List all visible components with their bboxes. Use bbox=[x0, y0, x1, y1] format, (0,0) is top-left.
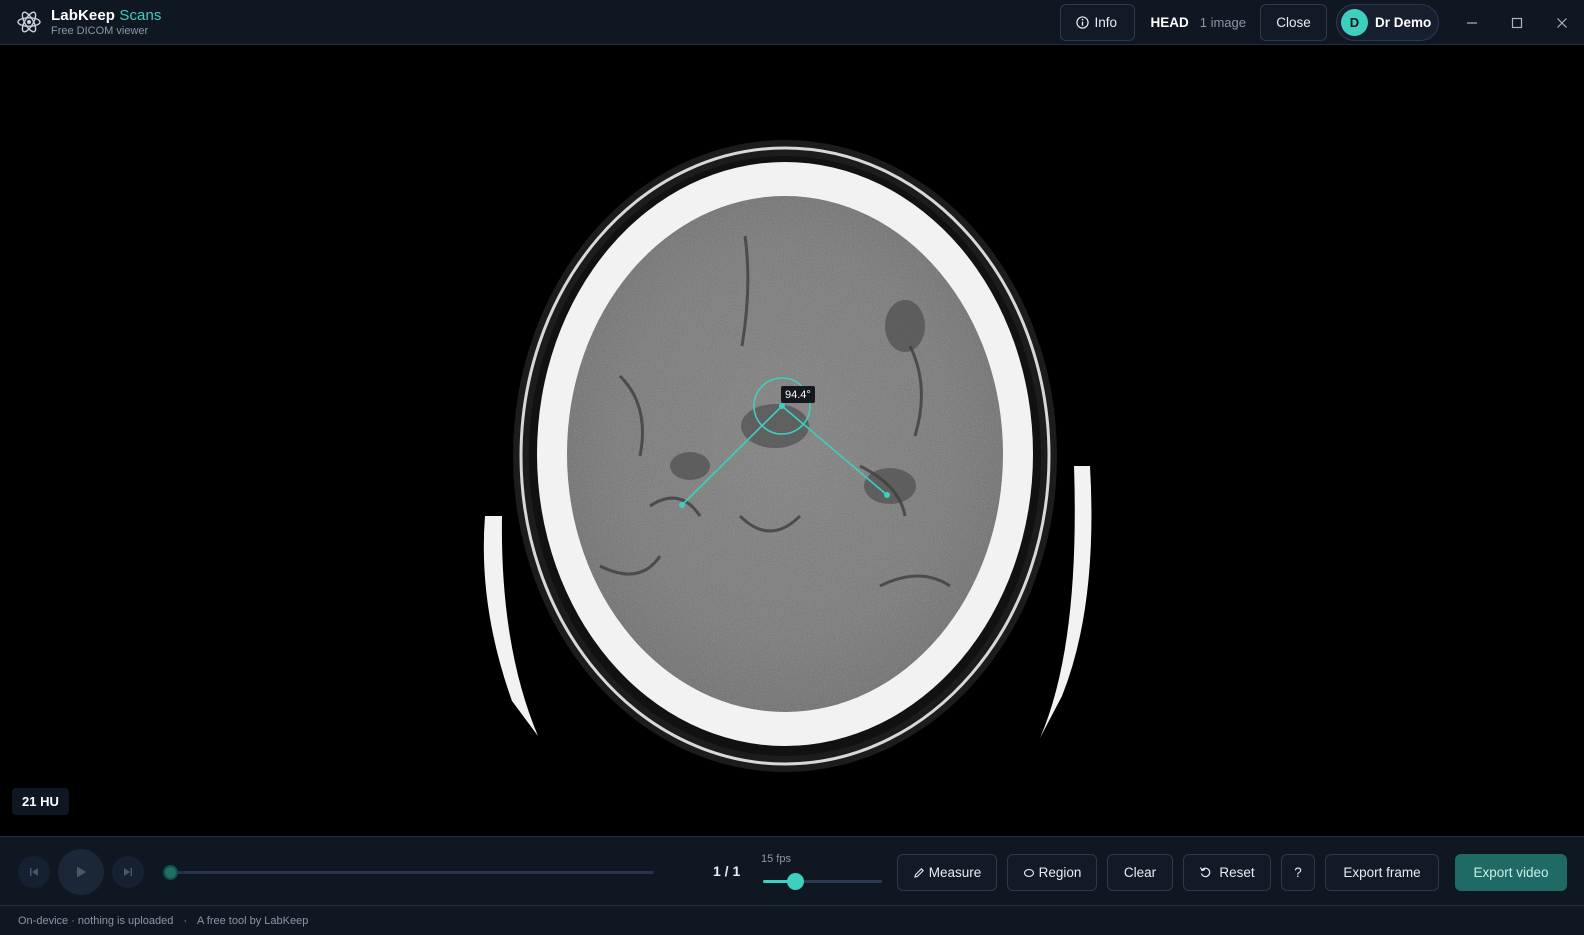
export-frame-button[interactable]: Export frame bbox=[1325, 854, 1439, 891]
app-subtitle: Free DICOM viewer bbox=[51, 24, 149, 37]
series-name: HEAD bbox=[1150, 15, 1189, 30]
angle-endpoint-handle[interactable] bbox=[679, 502, 685, 508]
avatar: D bbox=[1341, 9, 1368, 36]
play-icon bbox=[77, 866, 86, 878]
measure-label: Measure bbox=[928, 865, 982, 880]
region-label: Region bbox=[1038, 865, 1082, 880]
angle-vertex-handle[interactable] bbox=[779, 403, 785, 409]
brand: LabKeep Scans Free DICOM viewer bbox=[16, 8, 162, 37]
play-button[interactable] bbox=[58, 849, 104, 895]
image-viewport[interactable]: 94.4° 21 HU bbox=[0, 46, 1584, 836]
brand-product: Scans bbox=[119, 6, 162, 24]
fps-slider[interactable] bbox=[763, 880, 882, 883]
maximize-icon bbox=[1511, 17, 1522, 28]
skip-back-icon bbox=[30, 868, 38, 876]
reset-label: Reset bbox=[1219, 865, 1255, 880]
hu-readout: 21 HU bbox=[12, 788, 69, 815]
reset-button[interactable]: Reset bbox=[1183, 854, 1271, 891]
user-name: Dr Demo bbox=[1375, 15, 1432, 30]
measure-button[interactable]: Measure bbox=[897, 854, 997, 891]
angle-endpoint-handle[interactable] bbox=[884, 492, 890, 498]
playback-toolbar: 1 / 1 15 fps Measure Region Clear Reset … bbox=[0, 836, 1584, 906]
angle-measurement-label: 94.4° bbox=[781, 386, 815, 403]
footer-separator: · bbox=[183, 914, 187, 927]
info-button[interactable]: Info bbox=[1060, 4, 1136, 41]
close-icon bbox=[1556, 17, 1567, 28]
last-frame-button[interactable] bbox=[112, 856, 144, 888]
maximize-button[interactable] bbox=[1494, 0, 1539, 45]
fps-slider-handle[interactable] bbox=[786, 873, 804, 890]
minimize-button[interactable] bbox=[1449, 0, 1494, 45]
privacy-note: On-device · nothing is uploaded bbox=[18, 914, 174, 927]
help-button[interactable]: ? bbox=[1281, 854, 1315, 891]
status-footer: On-device · nothing is uploaded · A free… bbox=[0, 906, 1584, 935]
ct-head-scan-image bbox=[483, 140, 1092, 772]
minimize-icon bbox=[1466, 21, 1477, 24]
skip-forward-icon bbox=[124, 868, 132, 876]
timeline-scrubber[interactable] bbox=[163, 865, 178, 880]
ellipse-region-icon bbox=[1023, 868, 1034, 877]
first-frame-button[interactable] bbox=[18, 856, 50, 888]
region-button[interactable]: Region bbox=[1007, 854, 1097, 891]
info-icon bbox=[1076, 16, 1090, 29]
export-video-button[interactable]: Export video bbox=[1455, 854, 1567, 891]
info-label: Info bbox=[1094, 15, 1118, 30]
window-close-button[interactable] bbox=[1539, 0, 1584, 45]
fps-label: 15 fps bbox=[761, 853, 791, 865]
credit-note: A free tool by LabKeep bbox=[197, 914, 309, 927]
clear-button[interactable]: Clear bbox=[1107, 854, 1173, 891]
atom-logo-icon bbox=[17, 11, 41, 33]
frame-counter: 1 / 1 bbox=[713, 863, 741, 879]
series-count: 1 image bbox=[1199, 15, 1246, 30]
brand-name: LabKeep bbox=[51, 6, 116, 24]
reset-icon bbox=[1200, 867, 1211, 878]
app-title: LabKeep Scans bbox=[51, 8, 162, 23]
frame-timeline[interactable] bbox=[171, 871, 654, 874]
title-bar: LabKeep Scans Free DICOM viewer Info HEA… bbox=[0, 0, 1584, 45]
pencil-icon bbox=[913, 867, 924, 878]
close-series-button[interactable]: Close bbox=[1260, 4, 1327, 41]
user-menu[interactable]: D Dr Demo bbox=[1336, 4, 1439, 41]
